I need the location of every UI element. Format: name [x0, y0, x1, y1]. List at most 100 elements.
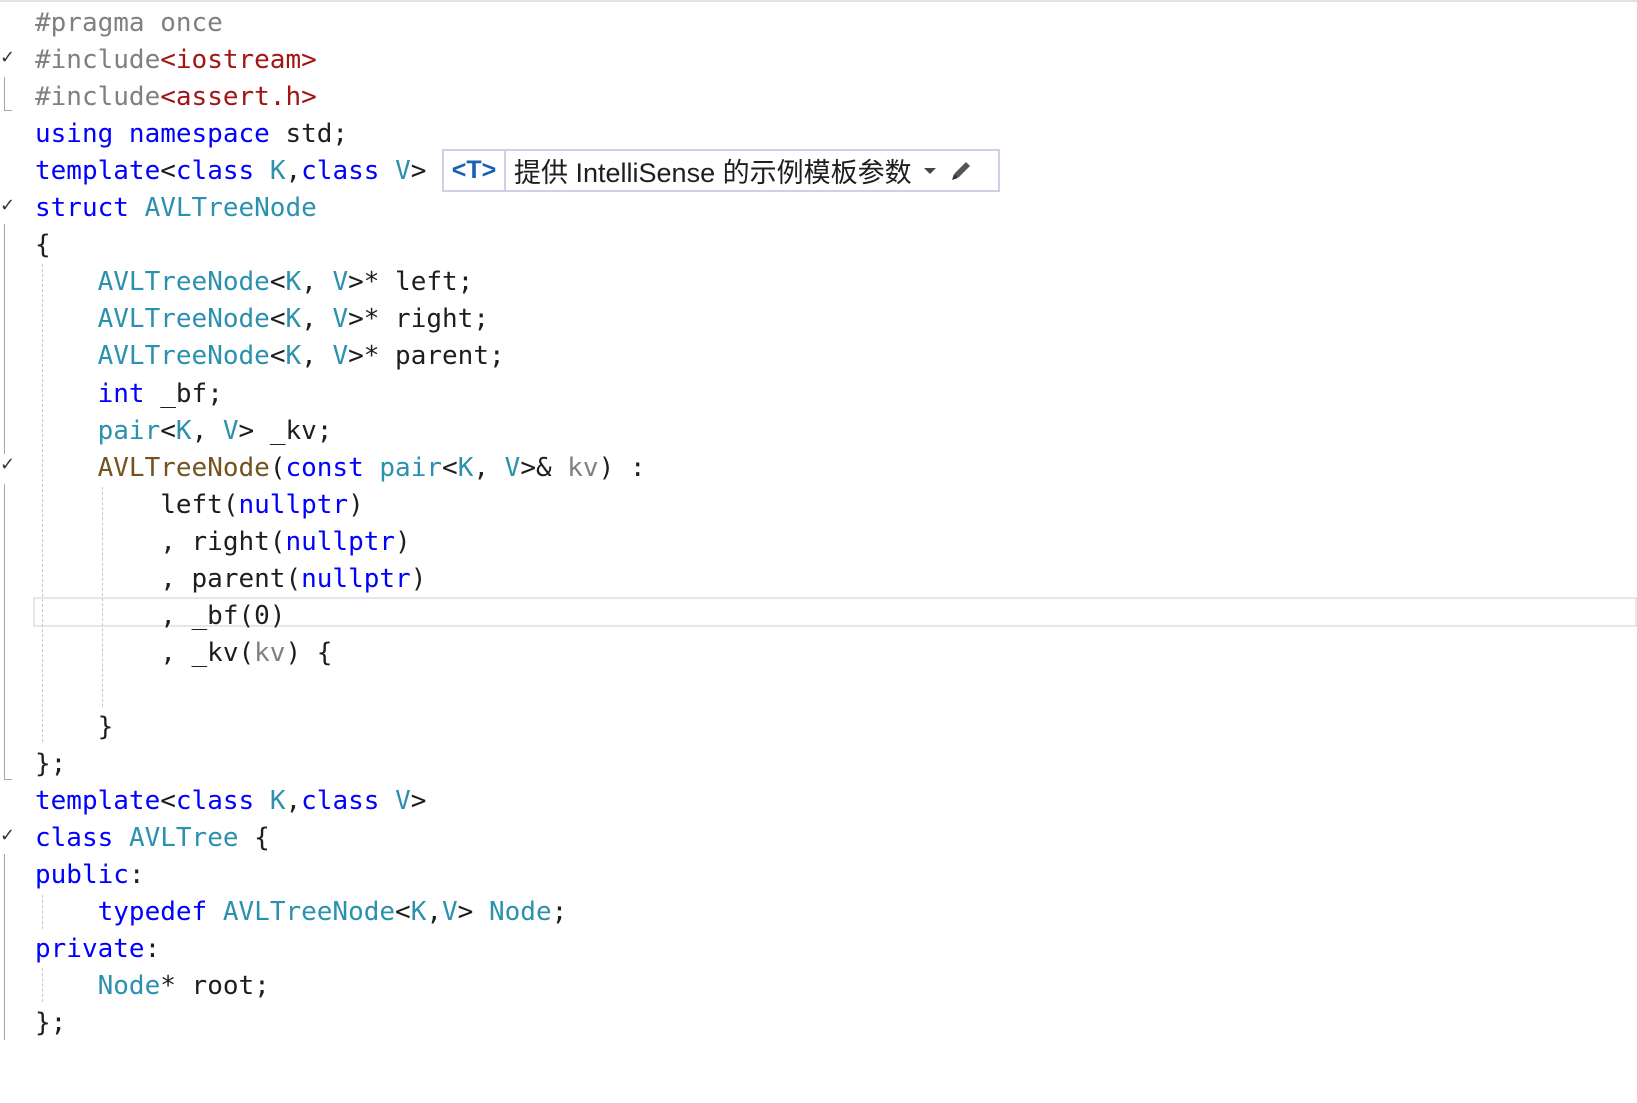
code-line[interactable]: , parent(nullptr) — [35, 561, 426, 598]
code-line[interactable]: { — [35, 227, 51, 264]
code-token: template — [35, 786, 161, 817]
code-token: V — [395, 786, 411, 817]
code-token: < — [395, 897, 411, 928]
code-line[interactable]: Node* root; — [35, 968, 270, 1005]
code-token: ; — [551, 897, 568, 928]
code-token: V — [332, 267, 349, 298]
code-token: Node — [488, 897, 552, 928]
code-line[interactable]: AVLTreeNode<K, V>* right; — [35, 301, 489, 338]
code-token: K — [457, 452, 474, 483]
code-line[interactable]: } — [35, 709, 114, 746]
code-token: kv — [567, 452, 599, 483]
code-token: > — [457, 897, 489, 928]
code-token: < — [269, 267, 286, 298]
code-line[interactable]: AVLTreeNode<K, V>* parent; — [35, 338, 505, 375]
code-line[interactable]: public: — [35, 857, 145, 894]
code-token: template — [35, 156, 161, 187]
code-token: , — [301, 341, 333, 372]
code-token: > — [410, 786, 427, 817]
code-line[interactable]: left(nullptr) — [35, 487, 364, 524]
code-line[interactable]: }; — [35, 1005, 66, 1042]
code-token: int — [97, 378, 145, 409]
code-token: pair — [379, 452, 443, 483]
fold-region-end — [4, 110, 12, 111]
fold-toggle-constructor[interactable]: ✓ — [0, 446, 15, 483]
code-token: typedef — [97, 897, 208, 928]
pencil-icon[interactable] — [948, 158, 974, 184]
code-line[interactable]: #include<assert.h> — [35, 79, 317, 116]
code-line[interactable]: typedef AVLTreeNode<K,V> Node; — [35, 894, 568, 931]
code-token: class — [175, 156, 255, 187]
code-token: > — [410, 156, 427, 187]
code-token: < — [269, 304, 286, 335]
code-line[interactable]: , _bf(0) — [35, 598, 285, 635]
code-token: < — [442, 452, 458, 483]
code-token: nullptr — [285, 526, 396, 557]
code-line[interactable]: AVLTreeNode(const pair<K, V>& kv) : — [35, 450, 646, 487]
code-editor[interactable]: ✓ ✓ ✓ ✓ #pragma once #include<iostream> #i… — [0, 0, 1637, 1103]
code-line[interactable]: template<class K,class V> — [35, 783, 426, 820]
chevron-down-icon[interactable] — [923, 167, 936, 174]
code-line[interactable]: class AVLTree { — [35, 820, 270, 857]
code-token: >& — [520, 452, 568, 483]
code-token: , _kv( — [35, 637, 255, 668]
code-token: K — [285, 341, 302, 372]
code-token: , — [426, 897, 443, 928]
fold-toggle-struct-avltreenode[interactable]: ✓ — [0, 187, 15, 224]
code-token: , parent( — [35, 563, 302, 594]
code-token: nullptr — [238, 489, 349, 520]
code-token: ) : — [598, 452, 646, 483]
code-token: AVLTreeNode — [144, 193, 317, 224]
fold-toggle-includes[interactable]: ✓ — [0, 39, 15, 76]
code-token: const — [285, 452, 364, 483]
code-line[interactable]: template<class K,class V> — [35, 153, 426, 190]
code-token: #include — [35, 82, 161, 113]
code-line[interactable]: private: — [35, 931, 160, 968]
code-token: < — [269, 341, 286, 372]
fold-region-end — [4, 779, 12, 780]
code-token: K — [269, 156, 286, 187]
code-token: < — [160, 415, 176, 446]
fold-region-line — [4, 854, 5, 1040]
code-token: AVLTreeNode — [222, 897, 396, 928]
code-token: AVLTree — [128, 823, 239, 854]
code-line[interactable]: #include<iostream> — [35, 42, 317, 79]
code-token: , — [473, 452, 505, 483]
code-token: > _kv; — [238, 415, 333, 446]
code-token: , — [285, 786, 302, 817]
code-token: #pragma once — [35, 8, 223, 38]
code-line[interactable]: #pragma once — [35, 5, 223, 42]
code-token: AVLTreeNode — [97, 267, 270, 298]
code-token: { — [35, 230, 51, 261]
intellisense-template-bar[interactable]: <T> 提供 IntelliSense 的示例模板参数 — [442, 149, 1000, 192]
code-token: ) { — [285, 637, 333, 668]
code-token: K — [285, 267, 302, 298]
code-token: }; — [35, 749, 67, 779]
code-line[interactable]: }; — [35, 746, 66, 783]
code-line[interactable]: , right(nullptr) — [35, 524, 411, 561]
code-token: left( — [35, 489, 239, 520]
code-token: : — [128, 860, 145, 891]
code-line[interactable]: int _bf; — [35, 376, 223, 413]
code-line[interactable]: using namespace std; — [35, 116, 348, 153]
fold-toggle-class-avltree[interactable]: ✓ — [0, 817, 15, 854]
code-token: Node — [97, 971, 161, 1002]
code-token: ) — [395, 526, 411, 557]
code-line[interactable]: AVLTreeNode<K, V>* left; — [35, 264, 474, 301]
code-line[interactable]: struct AVLTreeNode — [35, 190, 317, 227]
code-token: <iostream> — [160, 45, 317, 76]
fold-region-line — [4, 484, 5, 780]
code-line[interactable]: pair<K, V> _kv; — [35, 413, 333, 450]
code-token: }; — [35, 1008, 67, 1039]
code-line[interactable]: , _kv(kv) { — [35, 635, 332, 672]
